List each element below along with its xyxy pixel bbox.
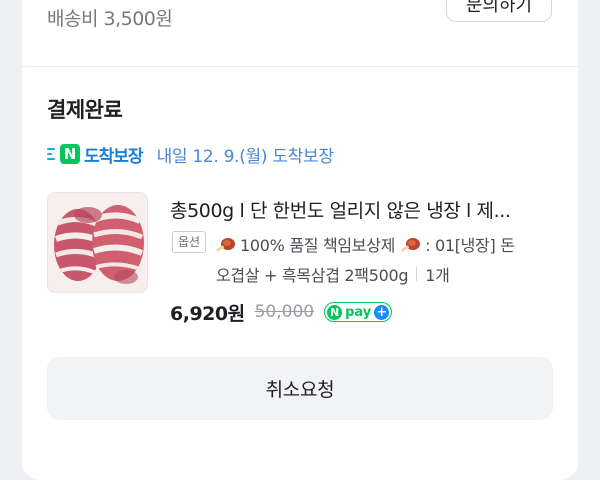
product-thumbnail[interactable]	[47, 192, 148, 293]
separator	[416, 267, 418, 281]
meat-icon	[216, 238, 235, 252]
shipping-fee: 배송비 3,500원	[47, 8, 173, 30]
option-text-line2: 오겹살 + 흑목삼겹 2팩500g 1개	[216, 262, 450, 286]
order-status-title: 결제완료	[47, 98, 123, 122]
speed-lines-icon	[47, 148, 55, 160]
delivery-info: N 도착보장 내일 12. 9.(월) 도착보장	[47, 141, 334, 167]
badge-label: 도착보장	[84, 146, 144, 167]
price-row: 6,920원 50,000 N pay +	[170, 298, 393, 326]
npay-plus-badge: N pay +	[324, 302, 393, 322]
quantity: 1개	[425, 266, 450, 285]
naver-n-icon: N	[60, 144, 80, 164]
meat-icon	[401, 238, 421, 252]
naver-n-icon: N	[327, 304, 343, 320]
option-selection-cont: 오겹살 + 흑목삼겹 2팩500g	[216, 266, 409, 285]
price: 6,920원	[170, 302, 245, 325]
npay-label: pay	[345, 304, 372, 320]
delivery-guarantee-badge: N 도착보장	[47, 142, 144, 167]
delivery-date: 내일 12. 9.(월) 도착보장	[156, 146, 334, 167]
inquiry-button[interactable]: 문의하기	[446, 0, 552, 22]
plus-icon: +	[374, 304, 390, 320]
product-name[interactable]: 총500g l 단 한번도 얼리지 않은 냉장 l 제...	[170, 196, 550, 223]
cancel-request-button[interactable]: 취소요청	[47, 357, 553, 420]
original-price: 50,000	[254, 302, 315, 322]
option-text-line1: 100% 품질 책임보상제 : 01[냉장] 돈	[216, 232, 515, 256]
option-guarantee: 100% 품질 책임보상제	[240, 236, 396, 255]
option-tag: 옵션	[172, 231, 207, 253]
option-selection: : 01[냉장] 돈	[425, 236, 515, 255]
divider	[22, 66, 578, 67]
pork-belly-image	[48, 193, 147, 292]
